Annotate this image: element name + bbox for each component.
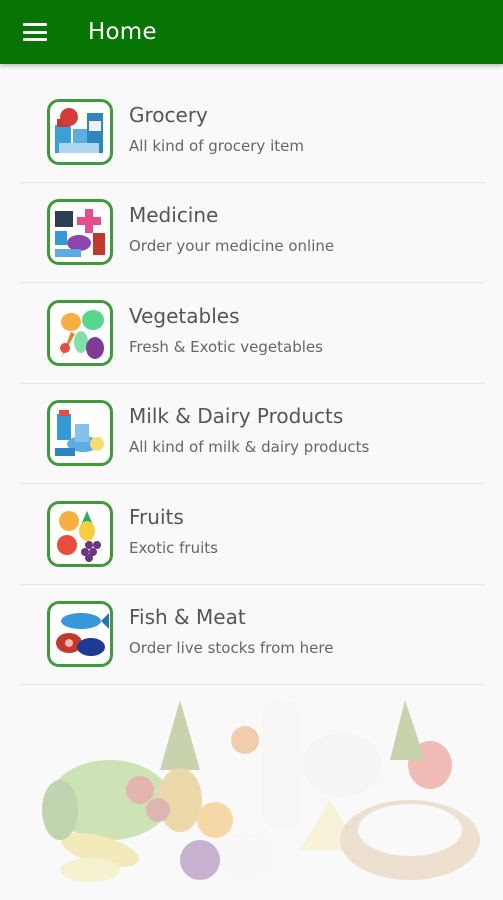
grocery-icon [47, 98, 113, 165]
category-title: Milk & Dairy Products [129, 404, 344, 429]
category-subtitle: Exotic fruits [129, 538, 218, 557]
category-item-milk-dairy[interactable]: Milk & Dairy Products All kind of milk &… [20, 384, 485, 484]
category-item-fish-meat[interactable]: Fish & Meat Order live stocks from here [20, 585, 485, 685]
category-title: Grocery [129, 102, 208, 127]
category-item-vegetables[interactable]: Vegetables Fresh & Exotic vegetables [20, 283, 485, 384]
category-item-grocery[interactable]: Grocery All kind of grocery item [20, 82, 485, 183]
vegetables-icon [47, 299, 113, 366]
category-subtitle: Order your medicine online [129, 237, 335, 256]
category-title: Fish & Meat [129, 605, 246, 630]
fish-meat-icon [47, 601, 113, 668]
hamburger-menu-button[interactable] [0, 0, 70, 64]
category-subtitle: All kind of milk & dairy products [129, 438, 370, 457]
app-bar: Home [0, 0, 503, 64]
category-title: Vegetables [129, 303, 240, 328]
dairy-icon [47, 400, 113, 467]
medicine-icon [47, 199, 113, 266]
fresh-produce-background-image [42, 700, 480, 882]
category-item-medicine[interactable]: Medicine Order your medicine online [20, 183, 485, 283]
category-subtitle: All kind of grocery item [129, 136, 304, 155]
page-title: Home [88, 19, 157, 45]
category-title: Medicine [129, 203, 219, 228]
category-title: Fruits [129, 504, 184, 529]
category-item-fruits[interactable]: Fruits Exotic fruits [20, 484, 485, 585]
hamburger-menu-icon [23, 23, 47, 41]
fruits-icon [47, 500, 113, 567]
category-subtitle: Fresh & Exotic vegetables [129, 337, 323, 356]
category-subtitle: Order live stocks from here [129, 639, 334, 658]
category-list: Grocery All kind of grocery item Medicin… [20, 82, 485, 685]
